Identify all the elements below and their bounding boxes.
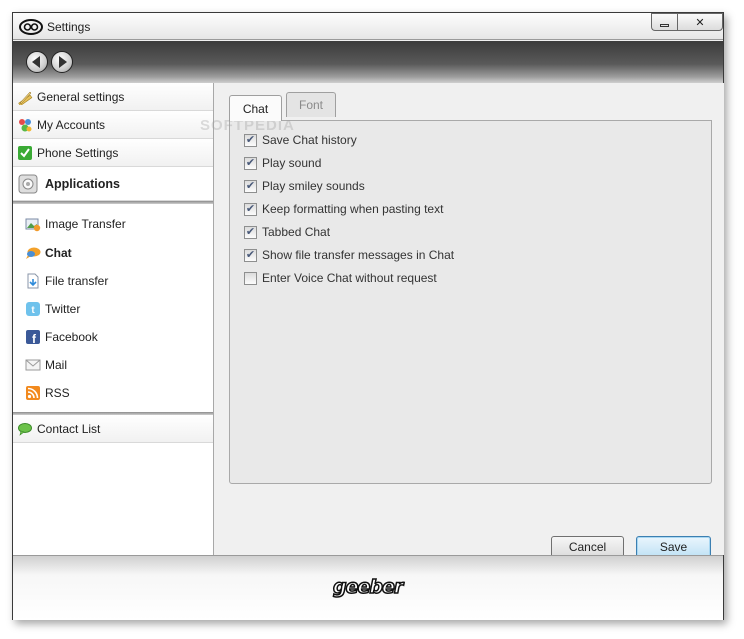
sidebar-divider — [13, 201, 213, 204]
sidebar-item-label: Facebook — [45, 330, 98, 344]
sidebar-item-label: General settings — [37, 89, 125, 104]
minimize-button[interactable] — [651, 13, 677, 31]
option-label: Play sound — [262, 156, 322, 170]
sidebar-item-contact-list[interactable]: Contact List — [13, 415, 213, 443]
sidebar-item-chat[interactable]: Chat — [25, 242, 213, 264]
close-icon: ✕ — [695, 16, 705, 29]
file-transfer-icon — [27, 273, 39, 289]
facebook-icon: f — [26, 330, 40, 345]
pencil-ruler-icon — [18, 91, 33, 105]
option-label: Keep formatting when pasting text — [262, 202, 444, 216]
settings-content: Chat Font SOFTPEDIA ✔ Save Chat history … — [200, 83, 724, 558]
option-label: Save Chat history — [262, 133, 357, 147]
option-show-file-transfer-messages[interactable]: ✔ Show file transfer messages in Chat — [244, 247, 454, 263]
sidebar-item-label: My Accounts — [37, 117, 106, 132]
settings-sidebar: General settings My Accounts Phone Setti… — [13, 83, 214, 555]
sidebar-item-applications[interactable]: Applications — [13, 167, 213, 201]
sidebar-item-mail[interactable]: Mail — [25, 354, 213, 376]
chat-options-panel: SOFTPEDIA ✔ Save Chat history ✔ Play sou… — [200, 117, 712, 484]
applications-icon — [18, 174, 38, 193]
checkbox[interactable]: ✔ — [244, 133, 257, 147]
rss-icon — [26, 386, 40, 400]
back-button[interactable] — [26, 51, 48, 73]
option-play-sound[interactable]: ✔ Play sound — [244, 155, 321, 171]
settings-window: Settings ✕ General settings My Accounts — [12, 12, 724, 620]
sidebar-item-label: Image Transfer — [45, 217, 126, 231]
image-transfer-icon — [25, 218, 41, 232]
option-play-smiley-sounds[interactable]: ✔ Play smiley sounds — [244, 178, 365, 194]
twitter-icon: t — [26, 302, 40, 316]
option-keep-formatting[interactable]: ✔ Keep formatting when pasting text — [244, 201, 443, 217]
sidebar-item-label: RSS — [45, 386, 70, 400]
sidebar-item-label: Twitter — [45, 302, 81, 316]
sidebar-item-label: Phone Settings — [37, 145, 119, 160]
option-label: Play smiley sounds — [262, 179, 365, 193]
sidebar-item-file-transfer[interactable]: File transfer — [25, 270, 213, 292]
sidebar-item-label: Contact List — [37, 421, 101, 436]
minimize-icon — [660, 23, 669, 27]
green-check-icon — [18, 145, 32, 160]
tab-chat[interactable]: Chat — [229, 95, 282, 121]
geeber-logo-icon — [19, 19, 43, 35]
accounts-icon — [19, 118, 32, 131]
sidebar-item-rss[interactable]: RSS — [25, 382, 213, 404]
sidebar-item-my-accounts[interactable]: My Accounts — [13, 111, 213, 139]
forward-button[interactable] — [51, 51, 73, 73]
navigation-bar — [13, 41, 723, 83]
sidebar-item-label: Applications — [45, 176, 121, 191]
sidebar-item-twitter[interactable]: t Twitter — [25, 298, 213, 320]
checkbox[interactable]: ✔ — [244, 156, 257, 170]
contact-list-icon — [18, 422, 32, 436]
option-enter-voice-chat[interactable]: Enter Voice Chat without request — [244, 270, 437, 286]
option-label: Show file transfer messages in Chat — [262, 248, 455, 262]
option-save-chat-history[interactable]: ✔ Save Chat history — [244, 132, 357, 148]
window-title: Settings — [47, 20, 91, 34]
option-tabbed-chat[interactable]: ✔ Tabbed Chat — [244, 224, 330, 240]
arrow-left-icon — [32, 56, 40, 68]
close-button[interactable]: ✕ — [677, 13, 723, 31]
checkbox[interactable]: ✔ — [244, 225, 257, 239]
sidebar-item-general-settings[interactable]: General settings — [13, 83, 213, 111]
sidebar-item-facebook[interactable]: f Facebook — [25, 326, 213, 348]
mail-icon — [25, 359, 41, 371]
arrow-right-icon — [59, 56, 67, 68]
sidebar-item-label: File transfer — [45, 274, 109, 288]
sidebar-item-image-transfer[interactable]: Image Transfer — [25, 213, 213, 235]
option-label: Enter Voice Chat without request — [262, 271, 437, 285]
tab-font[interactable]: Font — [286, 92, 336, 117]
window-controls: ✕ — [651, 13, 723, 31]
sidebar-item-label: Mail — [45, 358, 68, 372]
checkbox[interactable]: ✔ — [244, 248, 257, 262]
geeber-wordmark: geeber — [332, 575, 404, 599]
checkbox[interactable]: ✔ — [244, 179, 257, 193]
chat-bubble-icon — [26, 247, 41, 259]
checkbox[interactable] — [244, 271, 257, 285]
checkbox[interactable]: ✔ — [244, 202, 257, 216]
footer-bar: geeber — [13, 555, 723, 620]
option-label: Tabbed Chat — [262, 225, 331, 239]
sidebar-item-label: Chat — [45, 246, 72, 260]
title-bar: Settings ✕ — [13, 13, 723, 40]
sidebar-item-phone-settings[interactable]: Phone Settings — [13, 139, 213, 167]
